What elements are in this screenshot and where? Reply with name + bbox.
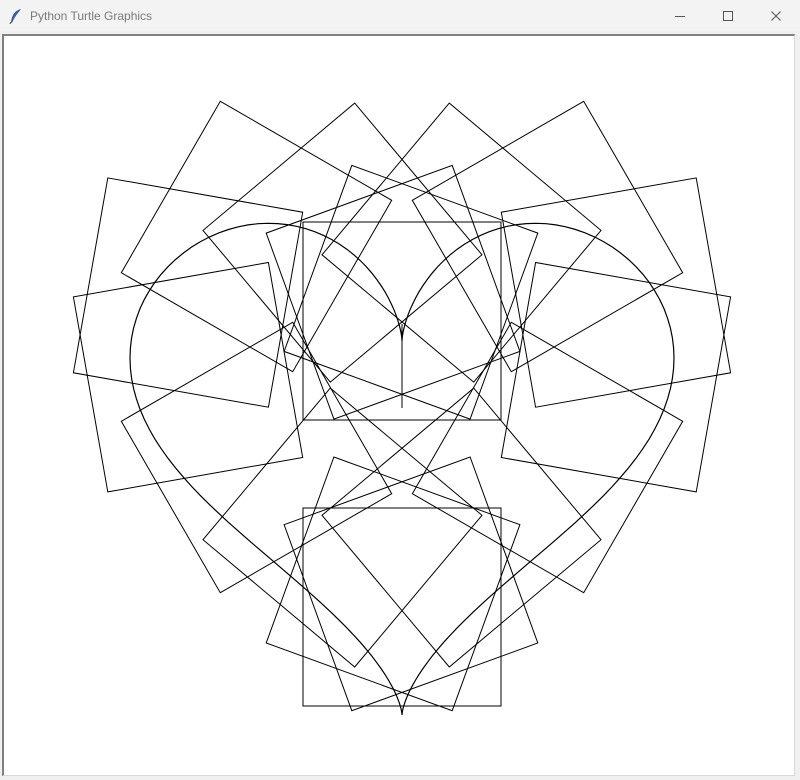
maximize-icon [723,10,733,21]
turtle-square [72,261,304,493]
heart-envelope [129,222,675,715]
maximize-button[interactable] [704,0,752,31]
turtle-square [321,102,602,383]
window-controls [656,0,800,31]
turtle-square [120,321,393,594]
turtle-square [411,100,684,373]
turtle-window: Python Turtle Graphics [0,0,800,780]
turtle-square [500,177,732,408]
feather-icon [6,6,26,26]
turtle-square [72,177,304,408]
minimize-button[interactable] [656,0,704,31]
minimize-icon [675,15,685,17]
turtle-canvas[interactable] [2,34,795,776]
window-title: Python Turtle Graphics [30,8,153,23]
turtle-square [302,507,502,707]
turtle-square [321,387,602,668]
turtle-square [202,387,483,668]
turtle-square [283,456,539,712]
turtle-square [202,102,483,383]
title-bar[interactable]: Python Turtle Graphics [0,0,800,31]
turtle-square [265,456,521,712]
turtle-drawing [72,100,732,715]
close-icon [771,10,781,21]
turtle-square [411,321,684,594]
close-button[interactable] [752,0,800,31]
turtle-square [500,261,732,493]
turtle-square [120,100,393,373]
turtle-square [283,164,539,420]
turtle-square [265,164,521,420]
